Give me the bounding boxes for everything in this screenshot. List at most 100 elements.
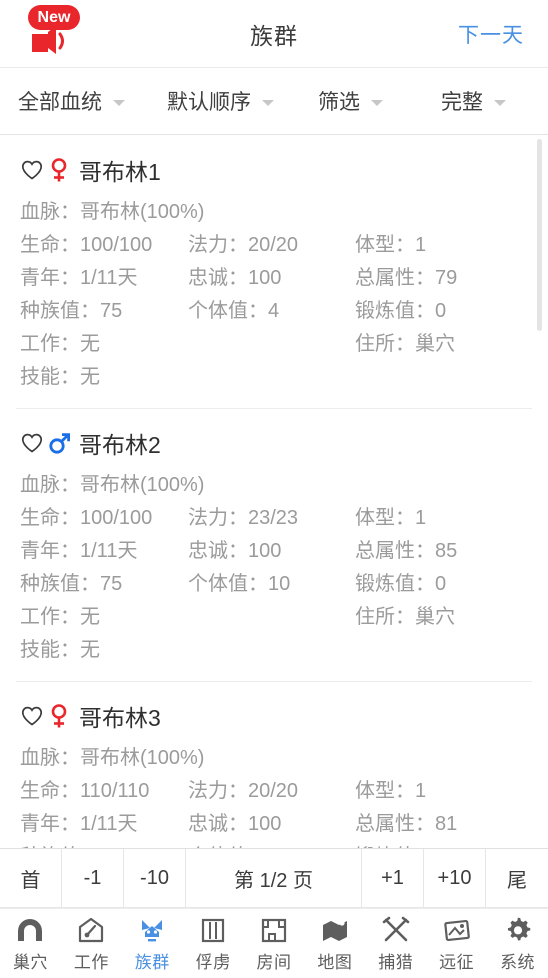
stat-spacer [188, 601, 355, 634]
creature-stats-row: 种族值：75 个体值：4 锻炼值：0 [20, 295, 528, 328]
creature-bloodline-row: 血脉：哥布林(100%) [20, 742, 528, 775]
heart-outline-icon[interactable] [20, 704, 44, 728]
creature-card[interactable]: 哥布林3 血脉：哥布林(100%) 生命：110/110 法力：20/20 体型… [0, 681, 548, 848]
nav-label: 远征 [439, 952, 475, 972]
bloodline-label: 血脉 [20, 747, 60, 769]
creature-list-container[interactable]: 哥布林1 血脉：哥布林(100%) 生命：100/100 法力：20/20 体型… [0, 135, 548, 848]
work-label: 工作 [20, 606, 60, 628]
gear-icon [507, 917, 530, 940]
chevron-down-icon [113, 100, 125, 106]
nav-item-lair[interactable]: 巢穴 [0, 915, 61, 973]
stat-training: 锻炼值：0 [355, 568, 528, 601]
nav-item-system[interactable]: 系统 [487, 915, 548, 973]
stat-age: 青年：1/11天 [20, 262, 188, 295]
hunt-swords-icon [382, 916, 410, 941]
stat-iv: 个体值：4 [188, 295, 355, 328]
sep: ： [60, 780, 80, 802]
nav-label: 工作 [73, 952, 109, 972]
filter-sort-order[interactable]: 默认顺序 [167, 86, 274, 116]
creature-stats-row: 青年：1/11天 忠诚：100 总属性：85 [20, 535, 528, 568]
housing-value: 巢穴 [415, 333, 455, 355]
size-value: 1 [415, 780, 427, 802]
stat-mp: 法力：20/20 [188, 229, 355, 262]
stat-race-value: 种族值：75 [20, 841, 188, 848]
size-label: 体型 [355, 234, 395, 256]
sep: ： [60, 267, 80, 289]
race-value-value: 75 [100, 846, 122, 848]
skill-value: 无 [80, 639, 100, 661]
page-last-button[interactable]: 尾 [486, 849, 548, 907]
hp-label: 生命 [20, 507, 60, 529]
next-day-button[interactable]: 下一天 [458, 19, 524, 49]
hp-value: 110/110 [80, 780, 150, 802]
mp-value: 20/20 [248, 234, 299, 256]
stat-housing: 住所：巢穴 [355, 601, 528, 634]
filter-detail-level[interactable]: 完整 [441, 86, 506, 116]
stat-work: 工作：无 [20, 328, 188, 361]
filter-bloodline[interactable]: 全部血统 [18, 86, 125, 116]
nav-label: 族群 [134, 952, 170, 972]
sep: ： [395, 333, 415, 355]
stat-training: 锻炼值：0 [355, 841, 528, 848]
app-header: New 族群 下一天 [0, 0, 548, 68]
heart-outline-icon[interactable] [20, 431, 44, 455]
nav-item-hunt[interactable]: 捕猎 [365, 915, 426, 973]
page-indicator[interactable]: 第 1/2 页 [186, 849, 362, 907]
loyalty-label: 忠诚 [188, 813, 228, 835]
training-value: 0 [435, 300, 447, 322]
nav-item-tribe[interactable]: 族群 [122, 915, 183, 973]
hp-value: 100/100 [80, 507, 153, 529]
race-value-value: 75 [100, 300, 123, 322]
list-scrollbar[interactable] [537, 139, 542, 331]
page-minus-one-button[interactable]: -1 [62, 849, 124, 907]
age-label: 青年 [20, 813, 60, 835]
sep: ： [415, 300, 435, 322]
loyalty-label: 忠诚 [188, 267, 228, 289]
sep: ： [228, 813, 248, 835]
page-plus-one-button[interactable]: +1 [362, 849, 424, 907]
page-first-button[interactable]: 首 [0, 849, 62, 907]
sep: ： [228, 780, 248, 802]
nav-item-rooms[interactable]: 房间 [244, 915, 305, 973]
creature-header: 哥布林2 [20, 426, 528, 460]
chevron-down-icon [262, 100, 274, 106]
iv-label: 个体值 [188, 846, 248, 848]
room-plan-icon [261, 918, 287, 942]
sep: ： [60, 201, 80, 223]
stat-race-value: 种族值：75 [20, 568, 188, 601]
sep: ： [80, 846, 100, 848]
stat-hp: 生命：100/100 [20, 502, 188, 535]
filter-screen[interactable]: 筛选 [318, 86, 383, 116]
stat-iv: 个体值：6 [188, 841, 355, 848]
page-plus-ten-button[interactable]: +10 [424, 849, 486, 907]
total-value: 85 [435, 540, 458, 562]
nav-item-captives[interactable]: 俘虏 [183, 915, 244, 973]
sep: ： [415, 540, 435, 562]
mp-label: 法力 [188, 780, 228, 802]
heart-outline-icon[interactable] [20, 158, 44, 182]
housing-label: 住所 [355, 606, 395, 628]
creature-card[interactable]: 哥布林2 血脉：哥布林(100%) 生命：100/100 法力：23/23 体型… [0, 408, 548, 681]
nav-item-expedition[interactable]: 远征 [426, 915, 487, 973]
mp-label: 法力 [188, 234, 228, 256]
page-minus-ten-button[interactable]: -10 [124, 849, 186, 907]
nav-label: 地图 [317, 952, 353, 972]
creature-name: 哥布林3 [79, 705, 161, 731]
race-value-label: 种族值 [20, 300, 80, 322]
sep: ： [60, 474, 80, 496]
chevron-down-icon [371, 100, 383, 106]
stat-size: 体型：1 [355, 502, 528, 535]
training-label: 锻炼值 [355, 573, 415, 595]
work-house-icon [79, 917, 104, 942]
creature-card[interactable]: 哥布林1 血脉：哥布林(100%) 生命：100/100 法力：20/20 体型… [0, 135, 548, 408]
female-symbol-icon [51, 158, 67, 182]
nav-item-map[interactable]: 地图 [304, 915, 365, 973]
creature-stats-row: 生命：100/100 法力：20/20 体型：1 [20, 229, 528, 262]
female-symbol-icon [51, 704, 67, 728]
iv-label: 个体值 [188, 300, 248, 322]
work-value: 无 [80, 333, 100, 355]
sep: ： [395, 507, 415, 529]
sep: ： [80, 573, 100, 595]
nav-item-work[interactable]: 工作 [61, 915, 122, 973]
creature-name: 哥布林2 [79, 432, 161, 458]
